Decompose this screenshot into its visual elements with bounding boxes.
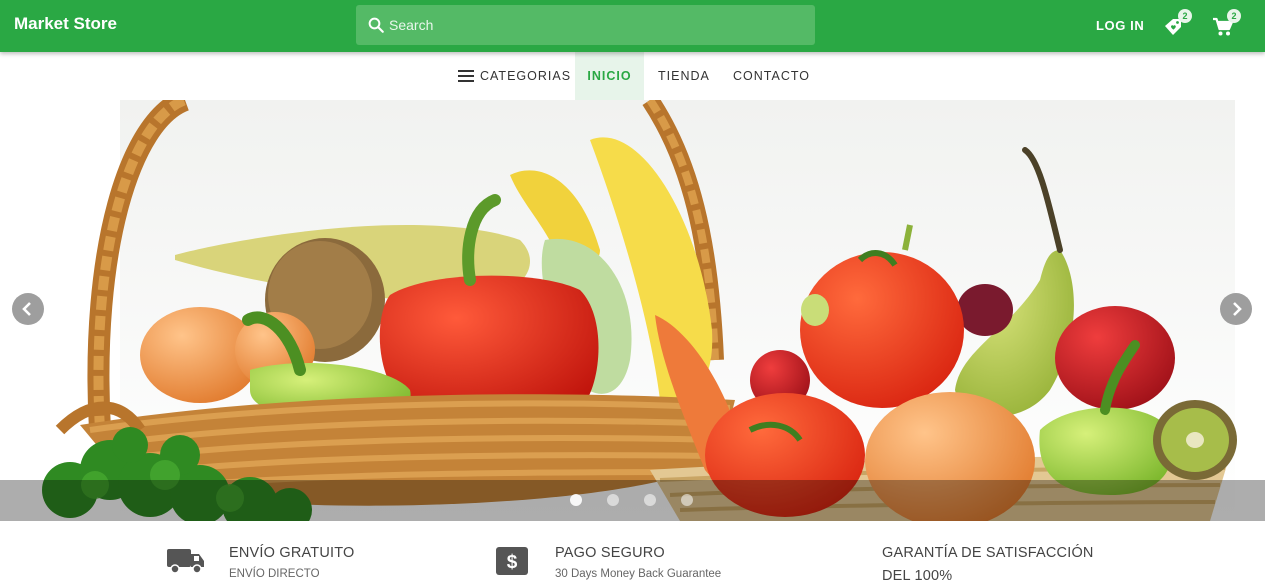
hero-carousel[interactable] bbox=[0, 100, 1265, 521]
search-box[interactable] bbox=[356, 5, 815, 45]
feature-subtitle-guarantee: DEL 100% bbox=[882, 568, 953, 584]
feature-title-shipping: ENVÍO GRATUITO bbox=[229, 545, 355, 561]
nav-item-inicio[interactable]: INICIO bbox=[575, 52, 644, 100]
features-strip: ENVÍO GRATUITO ENVÍO DIRECTO $ PAGO SEGU… bbox=[0, 521, 1265, 584]
main-nav: CATEGORIAS INICIO TIENDA CONTACTO bbox=[0, 52, 1265, 100]
carousel-dot-4[interactable] bbox=[681, 494, 693, 506]
nav-item-contacto[interactable]: CONTACTO bbox=[733, 52, 810, 100]
carousel-dot-3[interactable] bbox=[644, 494, 656, 506]
feature-subtitle-shipping: ENVÍO DIRECTO bbox=[229, 568, 320, 580]
app-bar: Market Store LOG IN 2 2 bbox=[0, 0, 1265, 52]
svg-text:$: $ bbox=[507, 552, 518, 573]
fruit-basket-image bbox=[0, 100, 1265, 521]
feature-title-guarantee: GARANTÍA DE SATISFACCIÓN bbox=[882, 545, 1094, 561]
truck-icon bbox=[167, 549, 204, 574]
feature-title-payment: PAGO SEGURO bbox=[555, 545, 665, 561]
search-icon bbox=[368, 17, 384, 33]
chevron-right-icon bbox=[1233, 302, 1242, 316]
cart-button[interactable]: 2 bbox=[1209, 9, 1241, 40]
nav-item-tienda[interactable]: TIENDA bbox=[658, 52, 710, 100]
carousel-dot-1[interactable] bbox=[570, 494, 582, 506]
carousel-indicators bbox=[0, 480, 1265, 521]
login-button[interactable]: LOG IN bbox=[1096, 18, 1144, 33]
search-input[interactable] bbox=[389, 5, 809, 45]
carousel-next-button[interactable] bbox=[1220, 293, 1252, 325]
wishlist-count-badge: 2 bbox=[1178, 9, 1192, 23]
dollar-icon: $ bbox=[496, 547, 528, 575]
nav-categories[interactable]: CATEGORIAS bbox=[480, 52, 571, 100]
brand-title[interactable]: Market Store bbox=[14, 14, 117, 34]
feature-subtitle-payment: 30 Days Money Back Guarantee bbox=[555, 568, 722, 580]
menu-icon[interactable] bbox=[458, 70, 474, 82]
carousel-dot-2[interactable] bbox=[607, 494, 619, 506]
chevron-left-icon bbox=[22, 302, 31, 316]
cart-count-badge: 2 bbox=[1227, 9, 1241, 23]
wishlist-button[interactable]: 2 bbox=[1160, 9, 1192, 40]
carousel-prev-button[interactable] bbox=[12, 293, 44, 325]
